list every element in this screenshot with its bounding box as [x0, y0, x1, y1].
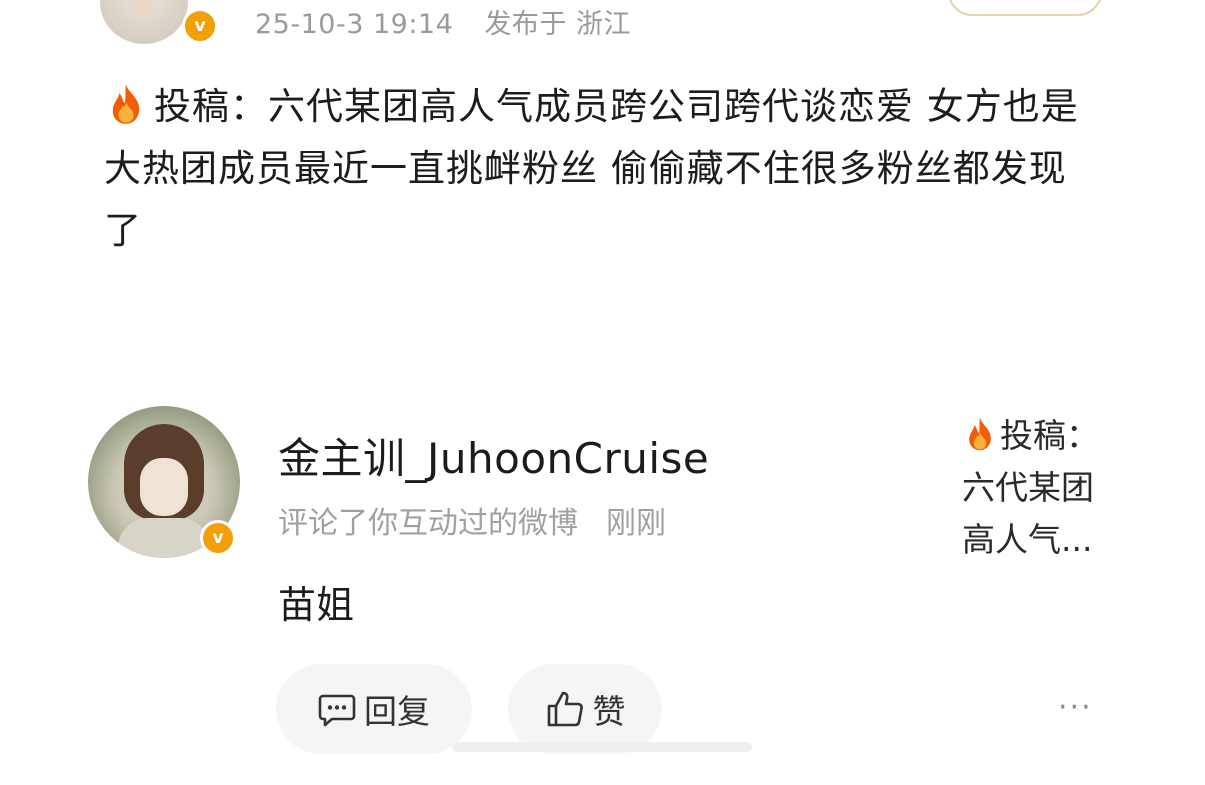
- quote-line-1-text: 投稿：: [1000, 416, 1099, 455]
- post-meta: 25-10-3 19:14 发布于 浙江: [255, 2, 631, 41]
- like-label: 赞: [592, 692, 626, 731]
- weibo-notification-page: v 25-10-3 19:14 发布于 浙江 投稿：六代某团高人气成员跨公司跨代…: [0, 0, 1205, 785]
- comment-text[interactable]: 苗姐: [278, 574, 354, 629]
- avatar-face: [140, 458, 188, 516]
- action-text: 评论了你互动过的微博: [278, 506, 578, 541]
- fire-icon: [969, 417, 991, 451]
- comment-icon: [318, 694, 356, 727]
- quote-line-1: 投稿：: [962, 410, 1122, 462]
- post-text: 投稿：六代某团高人气成员跨公司跨代谈恋爱 女方也是大热团成员最近一直挑衅粉丝 偷…: [104, 85, 1079, 252]
- more-icon[interactable]: ···: [1058, 690, 1093, 725]
- avatar-face: [130, 0, 156, 16]
- post-location: 发布于 浙江: [484, 9, 631, 40]
- home-indicator: [452, 742, 752, 752]
- commenter-name[interactable]: 金主训_JuhoonCruise: [278, 425, 709, 486]
- post-date: 25-10-3 19:14: [255, 9, 454, 40]
- follow-button[interactable]: [948, 0, 1102, 16]
- avatar-shirt: [118, 518, 210, 558]
- comment-action-line: 评论了你互动过的微博 刚刚: [278, 498, 666, 542]
- verified-icon: v: [182, 8, 218, 44]
- reply-label: 回复: [364, 692, 430, 731]
- reply-button[interactable]: 回复: [276, 664, 472, 754]
- like-button[interactable]: 赞: [508, 664, 662, 754]
- quote-line-3: 高人气...: [962, 520, 1093, 559]
- quoted-post-preview[interactable]: 投稿： 六代某团 高人气...: [962, 410, 1122, 566]
- thumbs-up-icon: [547, 691, 583, 727]
- comment-time: 刚刚: [606, 506, 666, 541]
- verified-icon: v: [200, 520, 236, 556]
- quote-line-2: 六代某团: [962, 468, 1094, 507]
- post-author-avatar[interactable]: v: [100, 0, 218, 44]
- fire-icon: [112, 84, 140, 124]
- post-content[interactable]: 投稿：六代某团高人气成员跨公司跨代谈恋爱 女方也是大热团成员最近一直挑衅粉丝 偷…: [104, 76, 1094, 262]
